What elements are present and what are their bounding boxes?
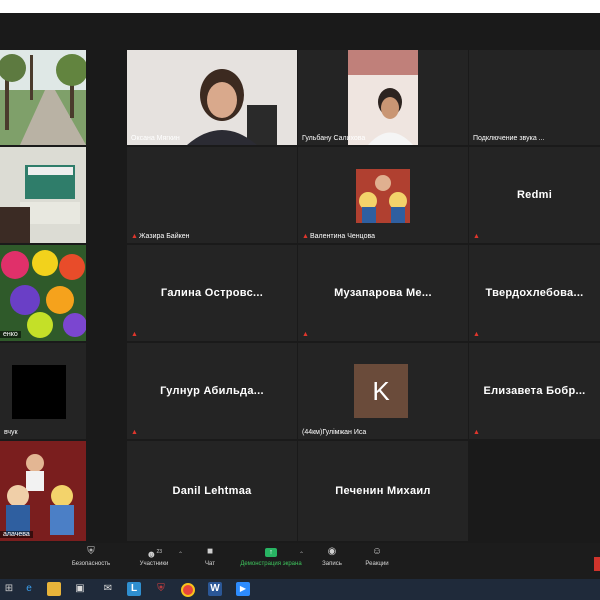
video-tile-redmi[interactable]: Redmi ▲ [469,147,600,243]
shield-icon: ⛨ [87,546,95,557]
video-tile-tverdokhlebova[interactable]: Твердохлебова... ▲ [469,245,600,341]
record-icon: ◉ [327,546,337,557]
participant-name: Печенин Михаил [335,485,431,497]
video-tile-park[interactable] [0,50,86,145]
mic-muted-icon: ▲ [302,233,309,240]
mic-muted-icon: ▲ [473,331,480,338]
windows-start-icon[interactable]: ⊞ [2,582,16,596]
video-tile-classroom[interactable] [0,147,86,243]
participant-name: Redmi [516,189,553,201]
participant-name: Галина Островс... [160,287,264,299]
mic-muted-icon: ▲ [473,233,480,240]
word-icon[interactable]: W [208,582,222,596]
participant-name: Жазира Байкен [139,233,190,240]
video-tile-galina[interactable]: Галина Островс... ▲ [127,245,297,341]
security-app-icon[interactable]: ⛨ [154,582,168,596]
video-tile-danil[interactable]: Danil Lehtmaa [127,441,297,541]
video-tile-zhazira[interactable]: ▲Жазира Байкен [127,147,297,243]
participants-count: 23 [156,549,163,555]
chat-button[interactable]: ■ Чат [198,546,222,567]
video-gallery: Оксана Мягкин Гульбану Салихова Подключе… [0,13,600,600]
participant-name: вчук [4,429,18,436]
flowers-avatar [0,245,86,341]
dolls-avatar [0,441,86,541]
participants-button[interactable]: ☻23 Участники [134,546,174,567]
video-tile-black[interactable]: вчук [0,343,86,439]
mic-muted-icon: ▲ [473,429,480,436]
share-screen-button[interactable]: ↑ Демонстрация экрана [236,546,306,567]
participant-name: Гульбану Салихова [302,135,366,142]
edge-icon[interactable]: e [22,582,36,596]
participant-name: Музапарова Ме... [334,287,432,299]
reactions-button[interactable]: ☺ Реакции [362,546,392,567]
participant-name: Валентина Ченцова [310,233,376,240]
initial-avatar: K [354,364,408,418]
video-tile-muzaparova[interactable]: Музапарова Ме... ▲ [298,245,468,341]
mail-icon[interactable]: ✉ [101,582,115,596]
video-tile-gulbanu[interactable]: Гульбану Салихова [298,50,468,145]
smiley-icon: ☺ [371,546,383,557]
valentina-avatar [356,169,410,223]
share-arrow-icon: ↑ [265,548,277,557]
participant-name: Подключение звука ... [473,135,545,142]
park-video [0,50,86,145]
participant-name: Елизавета Бобр... [483,385,586,397]
video-tile-gulnur[interactable]: Гулнур Абильда... ▲ [127,343,297,439]
oksana-video [127,50,297,145]
chat-icon: ■ [206,546,214,557]
windows-taskbar: ⊞ e ▣ ✉ L ⛨ W ▶ [0,579,600,600]
mic-muted-icon: ▲ [131,429,138,436]
end-meeting-button[interactable] [594,557,600,571]
gulbanu-video [348,50,418,145]
video-tile-audio[interactable]: Подключение звука ... [469,50,600,145]
video-tile-elizaveta[interactable]: Елизавета Бобр... ▲ [469,343,600,439]
security-button[interactable]: ⛨ Безопасность [68,546,114,567]
mic-muted-icon: ▲ [302,331,309,338]
participant-name: Твердохлебова... [485,287,584,299]
zoom-icon[interactable]: ▶ [236,582,250,596]
record-button[interactable]: ◉ Запись [318,546,346,567]
store-icon[interactable]: ▣ [73,582,87,596]
video-tile-flowers[interactable]: енко [0,245,86,341]
people-icon: ☻ [145,549,157,561]
video-tile-valentina[interactable]: ▲Валентина Ченцова [298,147,468,243]
participant-name: Гулнур Абильда... [160,385,264,397]
participant-name: алачева [0,531,33,538]
l-app-icon[interactable]: L [127,582,141,596]
participant-name: Оксана Мягкин [131,135,180,142]
file-explorer-icon[interactable] [47,582,61,596]
participants-chevron-icon[interactable]: ⌃ [178,551,183,558]
video-tile-gulmzhan[interactable]: K (44км)Гулімжан Иса [298,343,468,439]
black-avatar [12,365,66,419]
video-tile-dolls[interactable]: алачева [0,441,86,541]
participant-name: (44км)Гулімжан Иса [302,429,367,436]
mic-muted-icon: ▲ [131,331,138,338]
mic-muted-icon: ▲ [131,233,138,240]
participant-name: енко [0,331,21,338]
video-tile-pechenin[interactable]: Печенин Михаил [298,441,468,541]
chrome-icon[interactable] [181,583,195,597]
meeting-toolbar: ⛨ Безопасность ☻23 Участники ⌃ ■ Чат ↑ Д… [0,543,600,579]
video-tile-oksana[interactable]: Оксана Мягкин [127,50,297,145]
participant-name: Danil Lehtmaa [172,485,252,497]
classroom-video [0,147,86,243]
share-chevron-icon[interactable]: ⌃ [299,551,304,558]
